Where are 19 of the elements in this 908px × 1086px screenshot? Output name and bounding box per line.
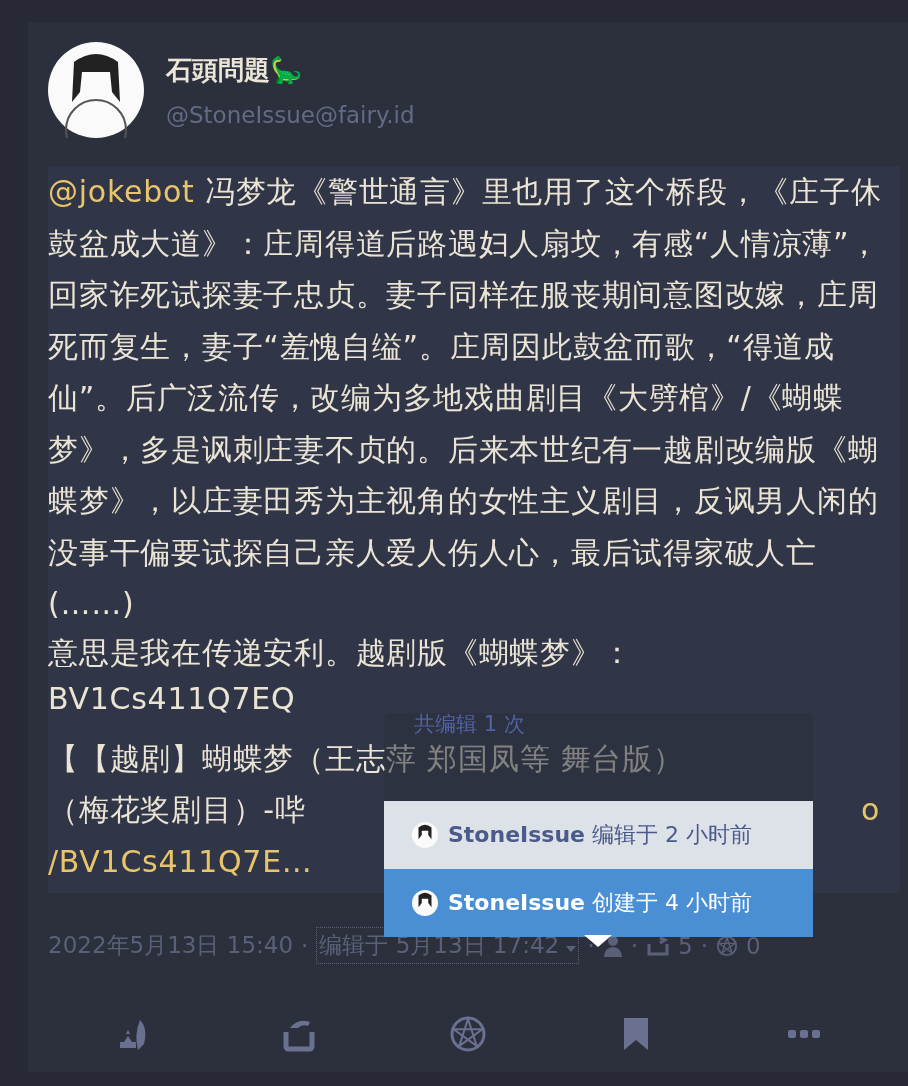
avatar-icon[interactable] bbox=[48, 42, 144, 138]
post-text: 【【越剧】蝴蝶梦（王志萍 郑国凤等 舞台版） bbox=[48, 739, 685, 778]
menu-title: 共编辑 1 次 bbox=[414, 715, 525, 733]
video-link[interactable]: /BV1Cs411Q7E… bbox=[48, 835, 313, 887]
display-name[interactable]: 石頭問題🦕 bbox=[166, 52, 415, 88]
pentagram-button[interactable] bbox=[448, 1014, 488, 1054]
menu-item[interactable]: StoneIssue 编辑于 2 小时前 bbox=[384, 801, 813, 869]
video-link[interactable]: o bbox=[860, 784, 880, 836]
post-text: @jokebot 冯梦龙《警世通言》里也用了这个桥段，《庄子休鼓盆成大道》：庄周得道后路遇妇人扇坟，有感“人情凉薄”，回家诈死试探妻子忠贞。妻子同样在服丧期间意图改嫁，庄周死而复生，妻子“羞愧自缢”。庄周因此鼓盆而歌，“得道成仙”。后广泛流传，改编为多地戏曲剧目《大劈棺》/《蝴蝶梦》，多是讽刺庄妻不贞的。后来本世纪有一越剧改编版《蝴蝶梦》，以庄妻田秀为主视角的女性主义剧目，反讽男人闲的没事干偏要试探自己亲人爱人伤人心，最后试得家破人亡(……) bbox=[48, 173, 883, 623]
avatar-icon bbox=[412, 822, 438, 848]
post-text: （梅花奖剧目）-哔 bbox=[48, 791, 306, 829]
pentagram-icon bbox=[716, 934, 739, 957]
pointer-icon bbox=[584, 935, 612, 947]
avatar-icon bbox=[412, 890, 438, 916]
caret-icon bbox=[566, 945, 577, 953]
menu-item[interactable]: StoneIssue 创建于 4 小时前 bbox=[384, 869, 813, 937]
person-icon bbox=[602, 934, 623, 957]
separator: · bbox=[301, 932, 309, 959]
mention-link[interactable]: @jokebot bbox=[48, 174, 195, 209]
